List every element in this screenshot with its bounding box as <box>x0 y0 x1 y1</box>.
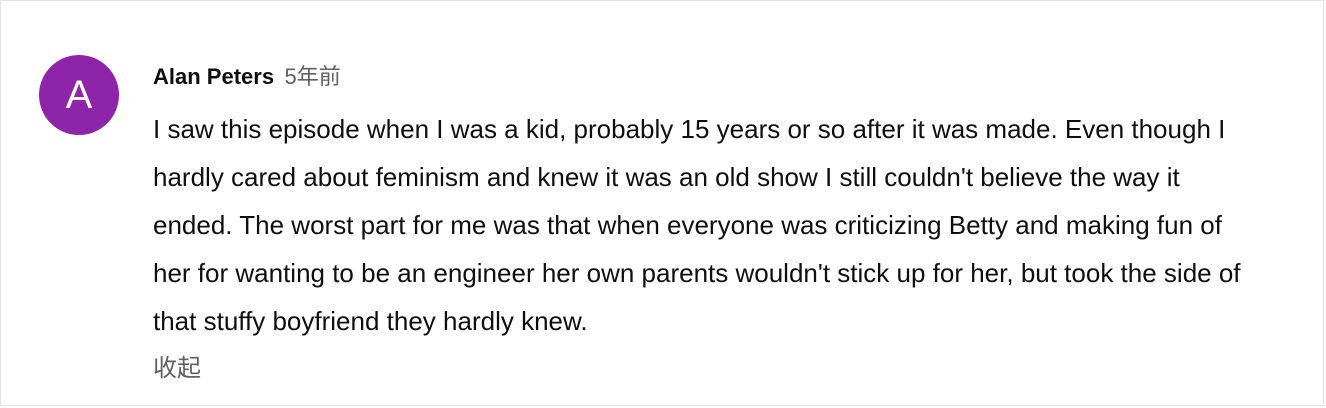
author-name[interactable]: Alan Peters <box>153 64 274 89</box>
collapse-button[interactable]: 收起 <box>153 349 201 389</box>
comment-card: A Alan Peters 5年前 I saw this episode whe… <box>0 0 1324 406</box>
avatar-letter: A <box>65 72 93 117</box>
comment-text: I saw this episode when I was a kid, pro… <box>153 114 1241 336</box>
comment-content: Alan Peters 5年前 I saw this episode when … <box>153 55 1303 389</box>
comment-timestamp[interactable]: 5年前 <box>285 64 341 89</box>
comment-header: Alan Peters 5年前 <box>153 55 1303 99</box>
avatar[interactable]: A <box>39 55 119 135</box>
